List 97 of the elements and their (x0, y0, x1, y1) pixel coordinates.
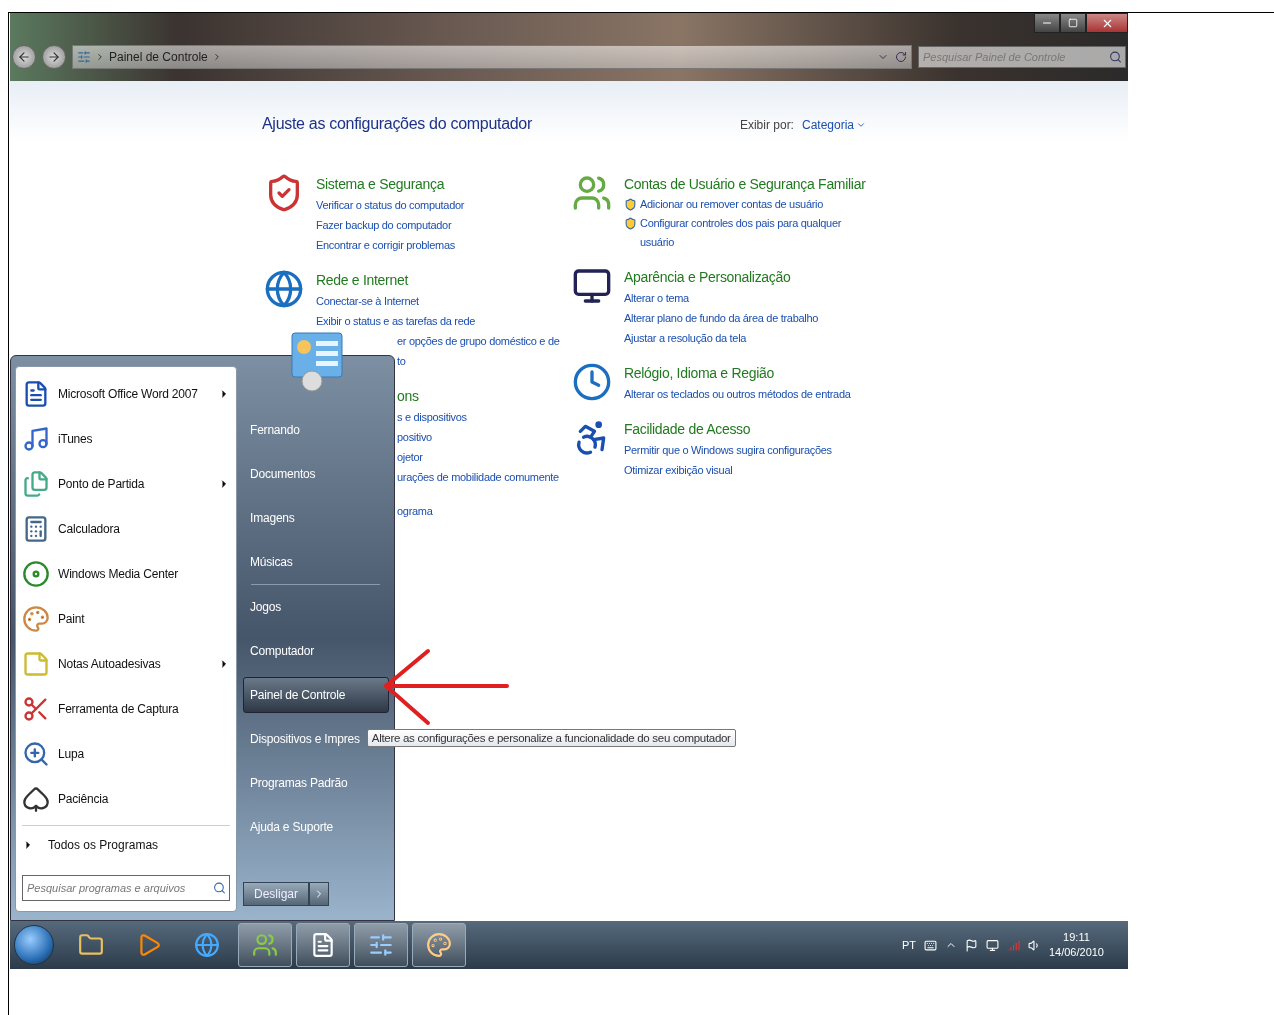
shield-icon (624, 217, 637, 230)
pages-icon (22, 469, 50, 498)
start-menu-link[interactable]: Programas Padrão (243, 765, 355, 801)
task-link[interactable]: Conectar-se à Internet (316, 291, 419, 311)
clock[interactable]: 19:11 14/06/2010 (1048, 930, 1104, 960)
globe-icon (264, 269, 304, 309)
category-title[interactable]: Aparência e Personalização (624, 266, 819, 288)
start-menu-link[interactable]: Imagens (243, 500, 302, 536)
refresh-button[interactable] (895, 51, 907, 63)
language-indicator[interactable]: PT (901, 939, 916, 951)
chevron-icon (95, 52, 105, 62)
speaker-icon[interactable] (1027, 938, 1041, 952)
sticky-note-icon (22, 649, 50, 678)
forward-button[interactable] (42, 45, 66, 69)
program-item[interactable]: Lupa (22, 731, 230, 776)
maximize-button[interactable] (1060, 13, 1086, 33)
task-link[interactable]: Alterar os teclados ou outros métodos de entrada (624, 384, 851, 404)
maximize-icon (1068, 18, 1078, 28)
close-button[interactable] (1086, 13, 1128, 33)
task-link[interactable]: Exibir o status e as tarefas da rede (316, 311, 476, 331)
task-link[interactable]: ojetor (397, 447, 423, 467)
task-link[interactable]: Adicionar ou remover contas de usuário (640, 195, 824, 214)
refresh-icon (895, 51, 907, 63)
category-title[interactable]: Facilidade de Acesso (624, 418, 832, 440)
search-icon (1109, 50, 1122, 64)
taskbar-button[interactable] (354, 923, 408, 967)
start-menu-link[interactable]: Dispositivos e Impres (243, 721, 367, 757)
address-bar[interactable]: Painel de Controle (72, 45, 912, 69)
magnifier-icon (22, 739, 50, 768)
spade-card-icon (22, 784, 50, 813)
music-note-icon (22, 424, 50, 453)
task-link[interactable]: Alterar o tema (624, 288, 689, 308)
taskbar-button[interactable] (296, 923, 350, 967)
caret-icon (856, 120, 866, 130)
task-link[interactable]: urações de mobilidade comumente (397, 467, 559, 487)
page-heading: Ajuste as configurações do computador (262, 115, 532, 133)
category-title[interactable]: Contas de Usuário e Segurança Familiar (624, 173, 866, 195)
keyboard-icon[interactable] (923, 938, 937, 952)
task-link[interactable]: er opções de grupo doméstico e de (397, 331, 560, 351)
forward-arrow-icon (47, 50, 61, 64)
task-link[interactable]: Encontrar e corrigir problemas (316, 235, 455, 255)
task-link[interactable]: to (397, 351, 406, 371)
sliders-icon (368, 932, 394, 958)
search-icon (213, 881, 226, 895)
start-menu-link[interactable]: Documentos (243, 456, 323, 492)
task-link[interactable]: s e dispositivos (397, 407, 467, 427)
users-icon (572, 173, 612, 213)
start-menu-link[interactable]: Jogos (243, 589, 289, 625)
task-link[interactable]: Verificar o status do computador (316, 195, 465, 215)
minimize-button[interactable] (1034, 13, 1060, 33)
flag-icon[interactable] (964, 938, 978, 952)
search-field[interactable]: Pesquisar programas e arquivos (22, 875, 230, 901)
start-menu-link[interactable]: Músicas (243, 544, 300, 580)
taskbar-button[interactable] (238, 923, 292, 967)
task-link[interactable]: ograma (397, 501, 433, 521)
task-link[interactable]: Otimizar exibição visual (624, 460, 733, 480)
task-link[interactable]: Permitir que o Windows sugira configurações (624, 440, 832, 460)
monitor-icon[interactable] (985, 938, 999, 952)
task-link[interactable]: Alterar plano de fundo da área de trabalho (624, 308, 819, 328)
start-button[interactable] (14, 925, 54, 965)
category-title[interactable]: Rede e Internet (316, 269, 560, 291)
users-icon (252, 932, 278, 958)
program-item[interactable]: Paint (22, 596, 230, 641)
program-item[interactable]: Ferramenta de Captura (22, 686, 230, 731)
view-by-label: Exibir por: (739, 118, 794, 132)
program-item[interactable]: Notas Autoadesivas (22, 641, 230, 686)
task-link[interactable]: positivo (397, 427, 432, 447)
shutdown-options-button[interactable] (309, 882, 329, 906)
start-menu-link[interactable]: Fernando (243, 412, 307, 448)
category-title[interactable]: Sistema e Segurança (316, 173, 465, 195)
tooltip: Altere as configurações e personalize a funcionalidade do seu computador (366, 729, 736, 747)
palette-icon (22, 604, 50, 633)
task-link[interactable]: Fazer backup do computador (316, 215, 452, 235)
monitor-icon (572, 266, 612, 306)
taskbar-button[interactable] (412, 923, 466, 967)
program-item[interactable]: Windows Media Center (22, 551, 230, 596)
view-by-dropdown[interactable]: Categoria (801, 118, 866, 132)
task-link[interactable]: Configurar controles dos pais para qualquer usuário (640, 214, 850, 252)
program-item[interactable]: Calculadora (22, 506, 230, 551)
start-menu-link[interactable]: Painel de Controle (243, 677, 389, 713)
program-item[interactable]: Paciência (22, 776, 230, 821)
back-button[interactable] (12, 45, 36, 69)
program-item[interactable]: Ponto de Partida (22, 461, 230, 506)
palette-icon (426, 932, 452, 958)
start-menu-link[interactable]: Computador (243, 633, 322, 669)
clock-icon (572, 362, 612, 402)
program-item[interactable]: iTunes (22, 416, 230, 461)
document-icon (310, 932, 336, 958)
folder-icon (78, 932, 104, 958)
shield-icon (624, 198, 637, 211)
breadcrumb-item[interactable]: Painel de Controle (109, 50, 208, 64)
program-item[interactable]: Microsoft Office Word 2007 (22, 371, 230, 416)
disc-icon (22, 559, 50, 588)
category-title[interactable]: Relógio, Idioma e Região (624, 362, 851, 384)
globe-icon (194, 932, 220, 958)
all-programs-item[interactable]: Todos os Programas (22, 830, 230, 860)
task-link[interactable]: Ajustar a resolução da tela (624, 328, 747, 348)
